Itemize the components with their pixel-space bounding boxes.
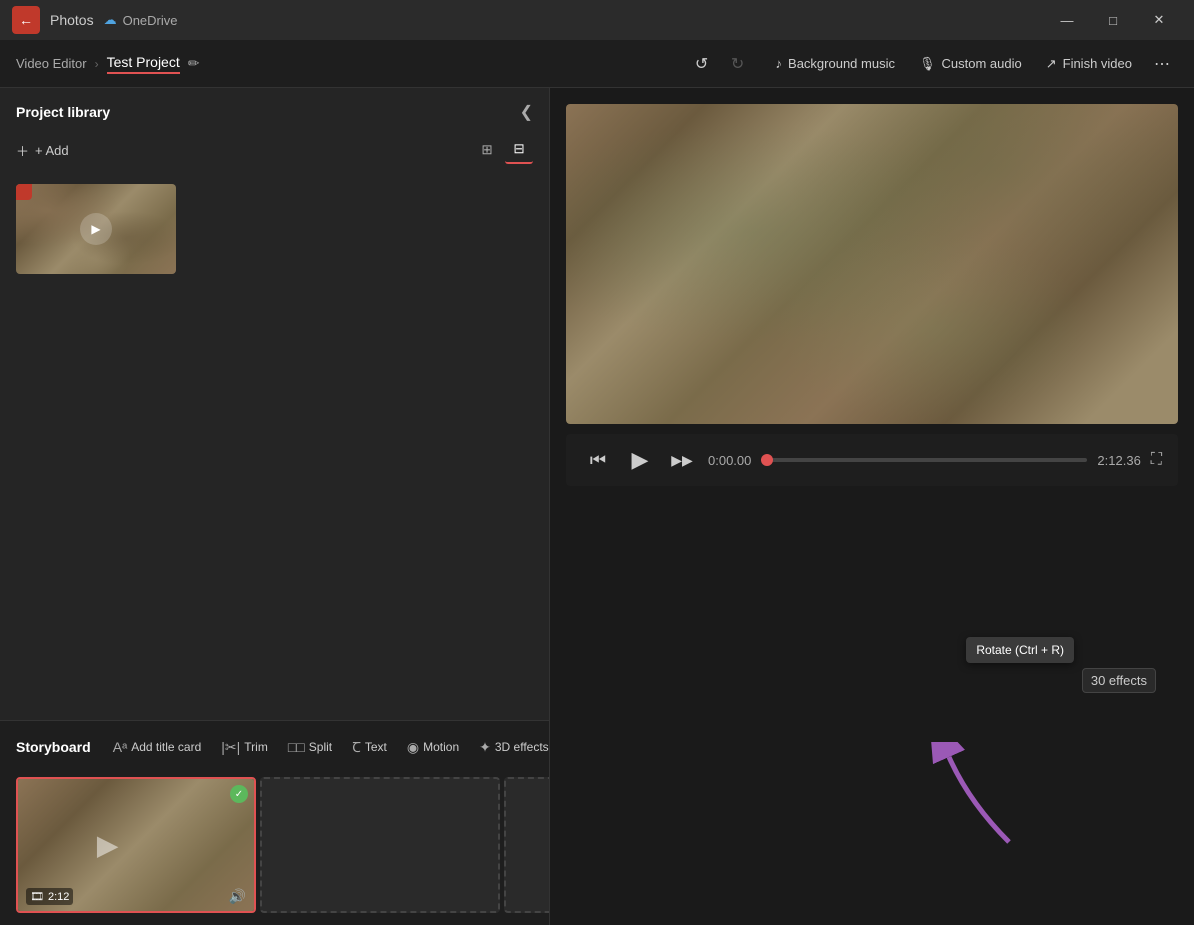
list-view-button[interactable]: ⊟	[505, 136, 533, 164]
back-button[interactable]: ←	[12, 6, 40, 34]
onedrive-indicator: ☁ OneDrive	[104, 12, 178, 28]
thumbnail-corner	[16, 184, 32, 200]
video-preview	[566, 104, 1178, 424]
3d-effects-label: 3D effects	[495, 740, 549, 754]
text-button[interactable]: Ꞇ Text	[346, 734, 393, 761]
video-frame	[566, 104, 1178, 424]
maximize-button[interactable]: □	[1090, 4, 1136, 36]
time-total: 2:12.36	[1097, 453, 1140, 468]
app-name: Photos	[50, 12, 94, 28]
split-label: Split	[309, 740, 332, 754]
effects-count-badge: 30 effects	[1082, 668, 1156, 693]
add-media-button[interactable]: ＋ + Add	[16, 141, 69, 160]
motion-button[interactable]: ◉ Motion	[401, 735, 465, 760]
trim-icon: |✂|	[221, 739, 240, 756]
custom-audio-button[interactable]: 🎙 Custom audio	[909, 50, 1032, 78]
custom-audio-label: Custom audio	[942, 56, 1022, 71]
tooltip-text: Rotate (Ctrl + R)	[976, 643, 1064, 657]
more-options-button[interactable]: ⋯	[1146, 48, 1178, 80]
text-label: Text	[365, 740, 387, 754]
right-panel: ⏮ ▶ ▶▶ 0:00.00 2:12.36 ⛶	[550, 88, 1194, 925]
clip-duration: 🎞 2:12	[26, 888, 73, 905]
title-card-icon: Aᵃ	[113, 739, 128, 755]
split-icon: □□	[288, 739, 305, 755]
storyboard-section: Storyboard Aᵃ Add title card |✂| Trim □□…	[0, 720, 549, 925]
duration-value: 2:12	[48, 891, 69, 903]
motion-label: Motion	[423, 740, 459, 754]
project-library-title: Project library	[16, 104, 110, 120]
finish-video-label: Finish video	[1063, 56, 1132, 71]
skip-back-button[interactable]: ⏮	[582, 444, 614, 476]
storyboard-header: Storyboard Aᵃ Add title card |✂| Trim □□…	[0, 721, 549, 773]
add-label: + Add	[35, 143, 69, 158]
storyboard-title: Storyboard	[16, 739, 91, 755]
main-layout: Project library ❮ ＋ + Add ⊞ ⊟ ▶ Storyboa…	[0, 88, 1194, 925]
timeline-clip-1[interactable]: ✓ ▶ 🎞 2:12 🔊	[16, 777, 256, 913]
media-thumbnail[interactable]: ▶	[16, 184, 176, 274]
split-button[interactable]: □□ Split	[282, 735, 338, 759]
add-title-card-button[interactable]: Aᵃ Add title card	[107, 735, 208, 759]
background-music-label: Background music	[788, 56, 895, 71]
fullscreen-button[interactable]: ⛶	[1151, 451, 1162, 469]
title-bar-left: ← Photos ☁ OneDrive	[12, 6, 178, 34]
title-bar: ← Photos ☁ OneDrive — □ ✕	[0, 0, 1194, 40]
onedrive-label: OneDrive	[123, 13, 178, 28]
close-button[interactable]: ✕	[1136, 4, 1182, 36]
minimize-button[interactable]: —	[1044, 4, 1090, 36]
library-content: ▶	[0, 174, 549, 720]
project-title: Test Project	[107, 54, 180, 74]
3d-effects-icon: ✦	[479, 739, 491, 756]
export-icon: ↗	[1046, 56, 1057, 72]
add-icon: ＋	[16, 141, 29, 160]
music-icon: ♪	[776, 56, 783, 71]
edit-title-icon[interactable]: ✏	[188, 55, 200, 72]
text-icon: Ꞇ	[352, 738, 361, 757]
duration-icon: 🎞	[30, 890, 44, 903]
timeline-clip-3[interactable]	[504, 777, 549, 913]
nav-bar: Video Editor › Test Project ✏ ↺ ↻ ♪ Back…	[0, 40, 1194, 88]
left-panel: Project library ❮ ＋ + Add ⊞ ⊟ ▶ Storyboa…	[0, 88, 550, 925]
thumbnail-play-icon: ▶	[80, 213, 112, 245]
play-pause-button[interactable]: ▶	[624, 444, 656, 476]
trim-button[interactable]: |✂| Trim	[215, 735, 274, 760]
background-music-button[interactable]: ♪ Background music	[766, 50, 905, 77]
library-toolbar: ＋ + Add ⊞ ⊟	[0, 132, 549, 174]
cloud-icon: ☁	[104, 12, 117, 28]
breadcrumb-parent[interactable]: Video Editor	[16, 56, 87, 71]
project-library-header: Project library ❮	[0, 88, 549, 132]
add-title-card-label: Add title card	[131, 740, 201, 754]
trim-label: Trim	[244, 740, 268, 754]
clip-play-icon: ▶	[97, 829, 119, 862]
clip-audio-icon: 🔊	[229, 888, 246, 905]
breadcrumb-separator: ›	[95, 57, 99, 71]
time-current: 0:00.00	[708, 453, 751, 468]
undo-redo-controls: ↺ ↻	[686, 48, 754, 80]
motion-icon: ◉	[407, 739, 419, 756]
undo-button[interactable]: ↺	[686, 48, 718, 80]
grid-view-button[interactable]: ⊞	[473, 136, 501, 164]
nav-actions: ♪ Background music 🎙 Custom audio ↗ Fini…	[766, 48, 1178, 80]
breadcrumb: Video Editor › Test Project ✏	[16, 54, 199, 74]
3d-effects-button[interactable]: ✦ 3D effects	[473, 735, 549, 760]
finish-video-button[interactable]: ↗ Finish video	[1036, 50, 1142, 78]
view-toggle: ⊞ ⊟	[473, 136, 533, 164]
window-controls: — □ ✕	[1044, 4, 1182, 36]
rotate-tooltip: Rotate (Ctrl + R)	[966, 637, 1074, 663]
clip-selected-check: ✓	[230, 785, 248, 803]
effects-count-label: 30 effects	[1091, 673, 1147, 688]
playback-controls: ⏮ ▶ ▶▶ 0:00.00 2:12.36 ⛶	[566, 434, 1178, 486]
timeline-clip-2[interactable]	[260, 777, 500, 913]
progress-bar[interactable]	[761, 458, 1087, 462]
redo-button[interactable]: ↻	[722, 48, 754, 80]
skip-forward-button[interactable]: ▶▶	[666, 444, 698, 476]
storyboard-timeline: ✓ ▶ 🎞 2:12 🔊	[0, 773, 549, 925]
audio-icon: 🎙	[919, 56, 936, 72]
progress-indicator	[761, 454, 773, 466]
collapse-panel-button[interactable]: ❮	[520, 102, 533, 122]
